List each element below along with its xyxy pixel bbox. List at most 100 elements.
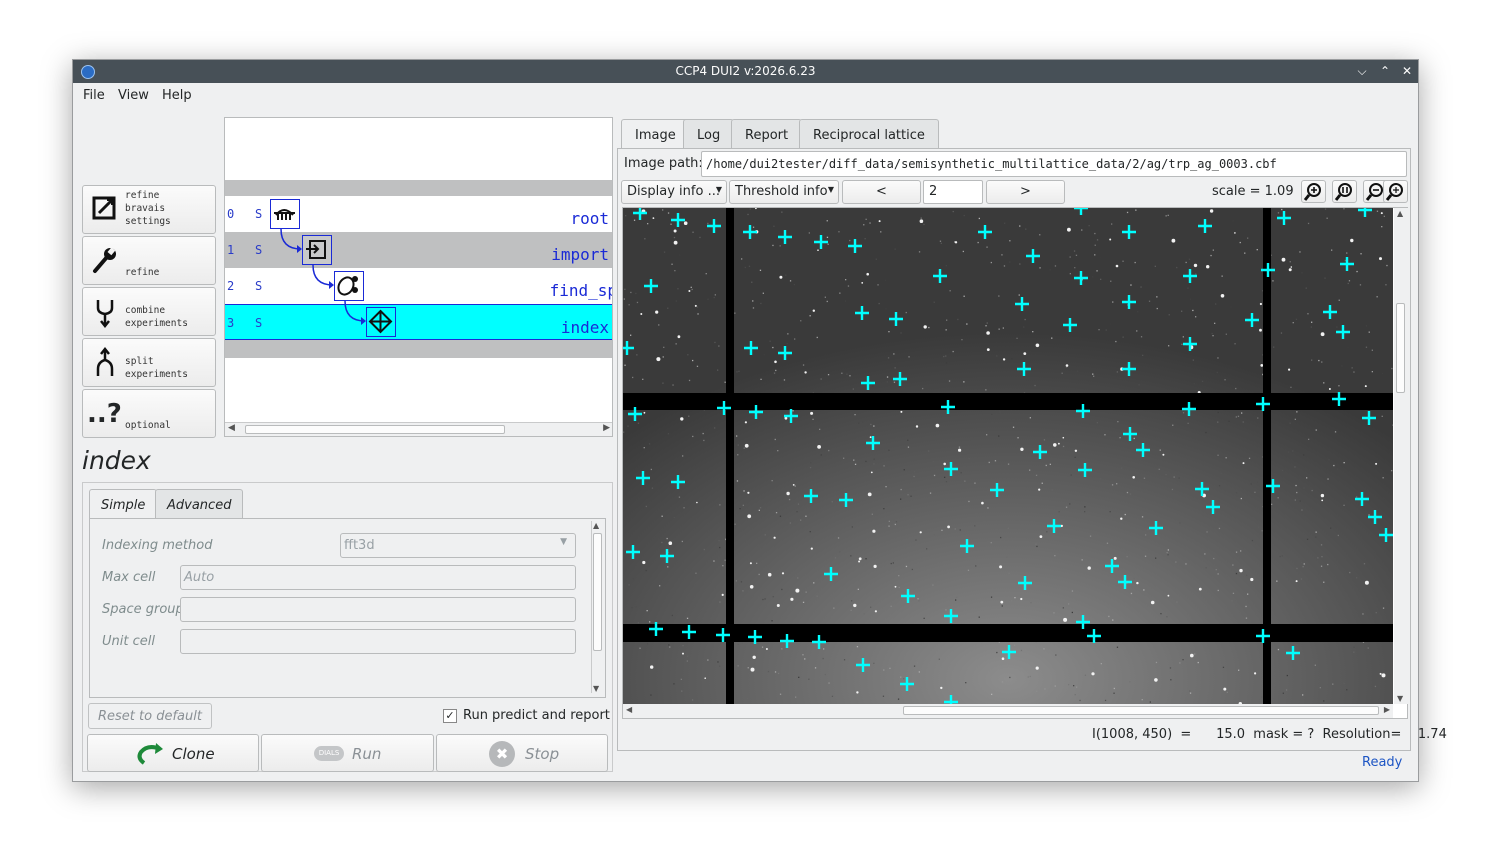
prev-image-button[interactable]: <: [842, 180, 921, 204]
chevron-down-icon: ▼: [560, 537, 567, 547]
scroll-left-icon[interactable]: ◀: [626, 705, 632, 714]
merge-icon: [91, 296, 119, 329]
maximize-icon[interactable]: ⌃: [1377, 63, 1393, 79]
step-graph[interactable]: 0 S root 1 S import 2 S find_sp 3 S inde…: [224, 117, 613, 437]
scroll-left-icon[interactable]: ◀: [228, 423, 235, 433]
scrollbar-thumb[interactable]: [903, 706, 1379, 715]
question-icon: ..?: [87, 399, 122, 429]
diffraction-spot: [1020, 447, 1024, 451]
diffraction-spot: [1058, 442, 1060, 445]
diffraction-spot: [856, 691, 859, 694]
scroll-down-icon[interactable]: ▼: [1397, 694, 1403, 703]
diffraction-spot: [688, 290, 691, 292]
clone-button[interactable]: Clone: [87, 734, 259, 772]
diffraction-spot: [1379, 672, 1382, 675]
display-info-dropdown[interactable]: Display info ... ▼: [621, 180, 727, 204]
threshold-info-dropdown[interactable]: Threshold info ▼: [729, 180, 839, 204]
diffraction-spot: [981, 501, 984, 505]
diffraction-spot: [915, 425, 919, 428]
diffraction-spot: [1154, 678, 1158, 682]
menu-file[interactable]: File: [83, 88, 105, 103]
diffraction-spot: [1281, 257, 1286, 262]
image-tab-panel: Image path: /home/dui2tester/diff_data/s…: [617, 148, 1447, 751]
scroll-down-icon[interactable]: ▼: [593, 684, 599, 693]
refine-bravais-settings-button[interactable]: refine bravais settings: [82, 185, 216, 234]
diffraction-spot: [773, 536, 776, 539]
scroll-up-icon[interactable]: ▲: [593, 521, 599, 530]
diffraction-spot: [704, 677, 706, 679]
diffraction-spot: [1062, 436, 1065, 439]
diffraction-spot: [900, 410, 903, 413]
reset-to-default-button[interactable]: Reset to default: [88, 703, 212, 729]
unit-cell-input[interactable]: [180, 629, 576, 654]
diffraction-spot: [817, 445, 821, 449]
scroll-up-icon[interactable]: ▲: [1397, 209, 1403, 218]
diffraction-spot: [1254, 672, 1257, 675]
diffraction-spot: [919, 531, 922, 534]
menu-help[interactable]: Help: [162, 88, 192, 103]
tab-reciprocal-lattice[interactable]: Reciprocal lattice: [799, 119, 939, 149]
diffraction-spot: [1002, 358, 1006, 361]
chevron-down-icon: ▼: [715, 185, 722, 194]
indexing-method-select[interactable]: fft3d ▼: [340, 533, 576, 558]
scrollbar-thumb[interactable]: [1396, 303, 1405, 393]
optional-button[interactable]: ..? optional: [82, 389, 216, 438]
diffraction-spot: [817, 249, 819, 251]
minimize-icon[interactable]: ⌵: [1354, 63, 1370, 79]
diffraction-spot: [752, 655, 756, 659]
diffraction-spot: [1063, 617, 1068, 622]
menu-view[interactable]: View: [118, 88, 149, 103]
scroll-right-icon[interactable]: ▶: [1384, 705, 1390, 714]
tab-simple[interactable]: Simple: [89, 489, 158, 520]
diffraction-spot: [872, 529, 876, 533]
tab-report[interactable]: Report: [731, 119, 803, 149]
diffraction-spot: [940, 686, 943, 690]
diffraction-spot: [1120, 517, 1123, 520]
diffraction-spot: [1250, 577, 1254, 582]
stop-button[interactable]: ✖ Stop: [436, 734, 608, 772]
diffraction-spot: [1295, 580, 1298, 583]
tab-image[interactable]: Image: [621, 119, 690, 150]
graph-horizontal-scrollbar[interactable]: ◀ ▶: [225, 422, 612, 436]
image-horizontal-scrollbar[interactable]: ◀ ▶: [623, 704, 1393, 718]
combine-experiments-button[interactable]: combine experiments: [82, 287, 216, 336]
diffraction-image[interactable]: [623, 208, 1393, 704]
diffraction-spot: [1039, 535, 1043, 538]
diffraction-spot: [1242, 462, 1245, 465]
image-path-field[interactable]: /home/dui2tester/diff_data/semisynthetic…: [701, 151, 1407, 177]
simple-params: Indexing method fft3d ▼ Max cell Auto Sp…: [89, 518, 606, 698]
diffraction-spot: [1035, 343, 1040, 348]
next-image-button[interactable]: >: [986, 180, 1065, 204]
diffraction-spot: [673, 229, 677, 233]
close-icon[interactable]: ✕: [1399, 63, 1415, 79]
scroll-right-icon[interactable]: ▶: [603, 423, 610, 433]
params-vertical-scrollbar[interactable]: ▲ ▼: [591, 521, 603, 693]
diffraction-spot: [677, 335, 681, 339]
unit-cell-label: Unit cell: [102, 634, 155, 649]
diffraction-spot: [1190, 653, 1194, 658]
diffraction-spot: [853, 603, 857, 608]
scrollbar-thumb[interactable]: [593, 533, 602, 651]
diffraction-spot: [894, 585, 897, 588]
diffraction-spot: [1193, 263, 1198, 268]
zoom-in-icon[interactable]: [1301, 180, 1326, 203]
diffraction-spot: [1381, 673, 1386, 678]
image-vertical-scrollbar[interactable]: ▲ ▼: [1394, 208, 1408, 704]
module-gap: [623, 624, 1393, 642]
max-cell-input[interactable]: Auto: [180, 565, 576, 590]
tab-advanced[interactable]: Advanced: [155, 489, 244, 519]
split-experiments-button[interactable]: split experiments: [82, 338, 216, 387]
diffraction-image-viewer[interactable]: ◀ ▶ ▲ ▼: [622, 207, 1408, 719]
zoom-fit-icon[interactable]: [1332, 180, 1357, 203]
space-group-input[interactable]: [180, 597, 576, 622]
diffraction-spot: [749, 562, 752, 565]
zoom-reset-icon[interactable]: [1383, 180, 1408, 203]
diffraction-spot: [1087, 566, 1091, 570]
run-predict-checkbox[interactable]: ✓: [443, 709, 457, 723]
image-number-input[interactable]: 2: [923, 180, 983, 204]
tab-log[interactable]: Log: [683, 119, 735, 149]
diffraction-spot: [1321, 499, 1324, 502]
refine-button[interactable]: refine: [82, 236, 216, 285]
scrollbar-thumb[interactable]: [245, 425, 505, 434]
run-button[interactable]: DIALS Run: [261, 734, 434, 772]
